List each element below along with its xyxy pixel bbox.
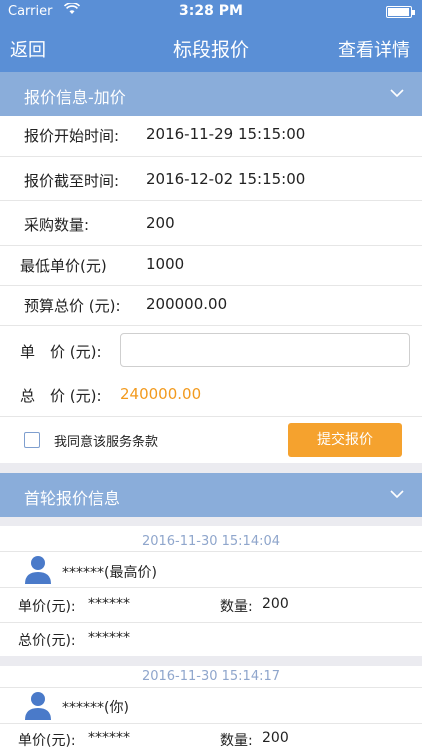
section-divider (0, 517, 422, 526)
row-label: 最低单价(元) (20, 257, 107, 275)
quantity-label: 数量: (220, 733, 253, 749)
bid-date-row: 2016-11-30 15:14:04 (0, 526, 422, 552)
total-label: 总 价 (元): (20, 387, 102, 405)
bid-price-row: 单价(元): ****** 数量: 200 (0, 724, 422, 750)
bidder-name: ******(最高价) (62, 565, 157, 581)
row-label: 报价开始时间: (24, 127, 120, 145)
bid-date: 2016-11-30 15:14:17 (141, 669, 281, 684)
section-divider (0, 463, 422, 473)
bid-bidder-row: ******(你) (0, 688, 422, 724)
row-label: 采购数量: (24, 216, 90, 234)
total-price-value: ****** (88, 630, 130, 646)
quantity-value: 200 (262, 596, 289, 612)
unit-price-label: 单价(元): (18, 599, 76, 615)
agree-checkbox[interactable] (24, 432, 40, 448)
user-avatar-icon (25, 692, 51, 720)
bid-total-row: 总价(元): ****** (0, 623, 422, 657)
bid-date-row: 2016-11-30 15:14:17 (0, 666, 422, 688)
section-title: 首轮报价信息 (24, 489, 121, 508)
row-label: 预算总价 (元): (24, 297, 121, 315)
unit-price-value: ****** (88, 730, 130, 746)
info-row: 报价开始时间: 2016-11-29 15:15:00 (0, 116, 422, 157)
total-price-label: 总价(元): (18, 633, 76, 649)
bid-bidder-row: ******(最高价) (0, 552, 422, 588)
battery-icon (386, 6, 415, 18)
status-bar: Carrier 3:28 PM (0, 0, 422, 24)
unit-price-label: 单 价 (元): (20, 343, 102, 361)
row-label: 报价截至时间: (24, 172, 120, 190)
info-row: 预算总价 (元): 200000.00 (0, 286, 422, 326)
bid-price-row: 单价(元): ****** 数量: 200 (0, 588, 422, 623)
info-row: 报价截至时间: 2016-12-02 15:15:00 (0, 157, 422, 201)
section-title: 报价信息-加价 (24, 88, 126, 107)
row-value: 200 (146, 214, 175, 232)
quote-section-header[interactable]: 报价信息-加价 (0, 72, 422, 116)
quantity-value: 200 (262, 730, 289, 746)
status-time: 3:28 PM (179, 3, 243, 19)
unit-price-input[interactable] (120, 333, 410, 367)
navigation-bar: Carrier 3:28 PM 返回 标段报价 查看详情 (0, 0, 422, 72)
info-row: 最低单价(元) 1000 (0, 246, 422, 286)
total-row: 总 价 (元): 240000.00 (0, 373, 422, 417)
row-value: 2016-11-29 15:15:00 (146, 125, 306, 143)
row-value: 2016-12-02 15:15:00 (146, 170, 306, 188)
bid-date: 2016-11-30 15:14:04 (141, 534, 281, 549)
quantity-label: 数量: (220, 599, 253, 615)
first-round-section-header[interactable]: 首轮报价信息 (0, 473, 422, 517)
row-value: 200000.00 (146, 295, 228, 313)
unit-price-label: 单价(元): (18, 733, 76, 749)
submit-quote-button[interactable]: 提交报价 (288, 423, 402, 457)
chevron-down-icon (390, 89, 404, 98)
chevron-down-icon (390, 490, 404, 499)
info-row: 采购数量: 200 (0, 201, 422, 246)
agree-terms-label[interactable]: 我同意该服务条款 (54, 431, 158, 450)
bidder-name: ******(你) (62, 700, 129, 716)
total-value: 240000.00 (120, 385, 202, 403)
bid-divider (0, 656, 422, 666)
view-details-button[interactable]: 查看详情 (338, 36, 410, 62)
user-avatar-icon (25, 556, 51, 584)
row-value: 1000 (146, 255, 185, 273)
unit-price-value: ****** (88, 596, 130, 612)
